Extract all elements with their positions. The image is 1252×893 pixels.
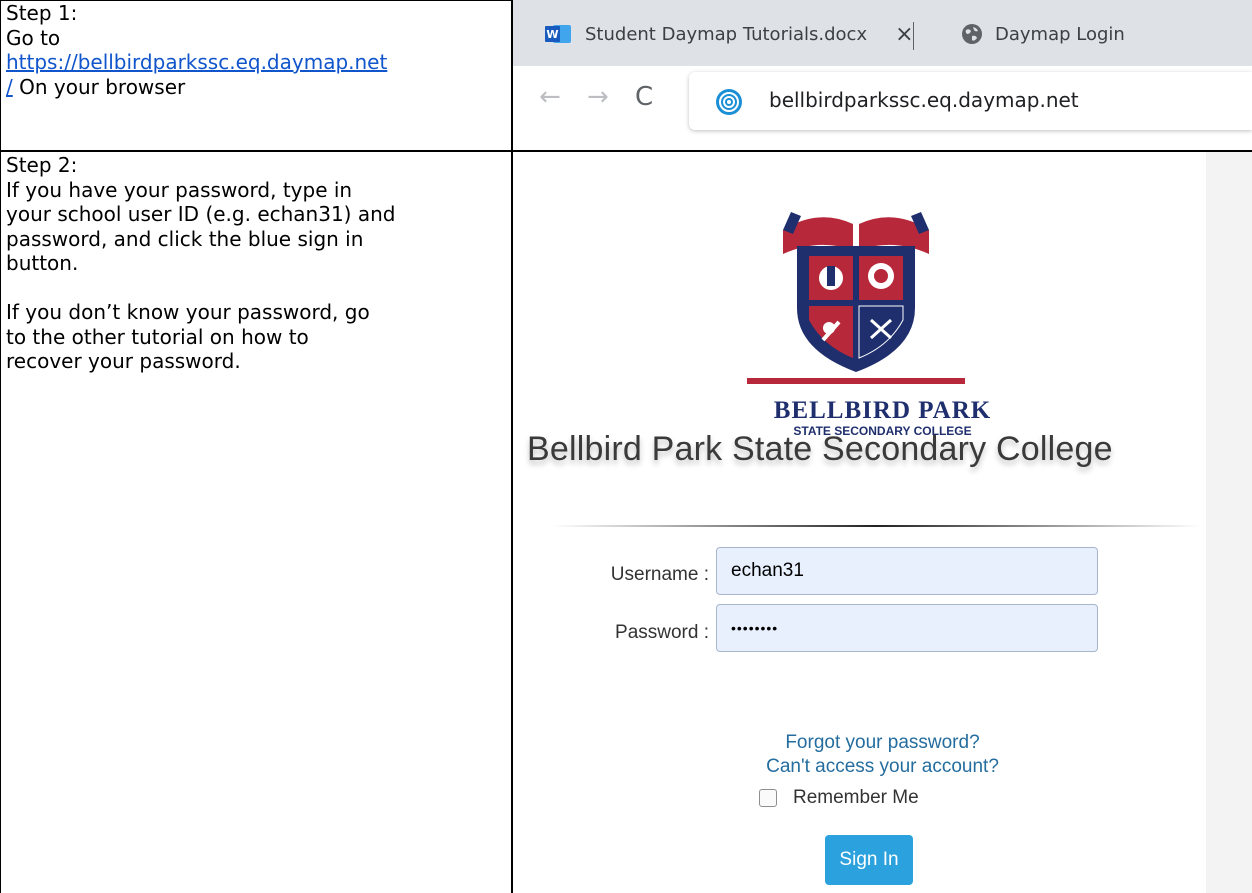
username-input[interactable]: echan31 [716, 547, 1098, 595]
close-icon[interactable]: × [895, 22, 913, 47]
college-name-heading: Bellbird Park State Secondary College [527, 430, 1113, 468]
step2-line: password, and click the blue sign in [6, 226, 364, 251]
step2-line: your school user ID (e.g. echan31) and [6, 202, 396, 226]
tab-label: Student Daymap Tutorials.docx [585, 23, 868, 45]
browser-toolbar: ← → C bellbirdparkssc.eq.daymap.net [513, 66, 1252, 150]
reload-icon[interactable]: C [635, 82, 653, 112]
password-input[interactable]: •••••••• [716, 604, 1098, 652]
password-label: Password : [615, 622, 709, 643]
heading-divider [553, 525, 1201, 527]
daymap-url-link[interactable]: https://bellbirdparkssc.eq.daymap.net [6, 50, 387, 74]
tab-daymap-login[interactable]: Daymap Login [961, 14, 1125, 54]
tab-word-document[interactable]: W Student Daymap Tutorials.docx × [545, 14, 914, 54]
remember-me[interactable]: Remember Me [759, 787, 919, 809]
address-bar[interactable]: bellbirdparkssc.eq.daymap.net [689, 72, 1252, 130]
step1-heading: Step 1: [6, 1, 78, 25]
login-screenshot: BELLBIRD PARK STATE SECONDARY COLLEGE Be… [513, 152, 1252, 893]
word-icon: W [545, 23, 571, 45]
tab-strip: W Student Daymap Tutorials.docx × Daymap… [513, 0, 1252, 66]
scrollbar-track [1206, 152, 1252, 893]
tab-separator [913, 22, 914, 50]
tab-label: Daymap Login [995, 23, 1125, 45]
cant-access-link[interactable]: Can't access your account? [513, 756, 1252, 778]
remember-me-label: Remember Me [793, 787, 919, 808]
back-arrow-icon[interactable]: ← [539, 82, 561, 112]
logo-name: BELLBIRD PARK [773, 397, 992, 424]
step2-text: Step 2: If you have your password, type … [6, 153, 506, 374]
username-label: Username : [610, 564, 709, 585]
step1-text: Step 1: Go to https://bellbirdparkssc.eq… [6, 1, 506, 99]
step2-line: button. [6, 251, 79, 275]
step2-line: to the other tutorial on how to [6, 324, 309, 349]
forward-arrow-icon[interactable]: → [587, 82, 609, 112]
step1-suffix: On your browser [12, 74, 186, 99]
forgot-password-link[interactable]: Forgot your password? [513, 732, 1252, 754]
step2-heading: Step 2: [6, 153, 78, 177]
college-crest-logo [747, 212, 965, 384]
globe-icon [962, 24, 982, 44]
step1-goto: Go to [6, 25, 61, 50]
browser-screenshot: W Student Daymap Tutorials.docx × Daymap… [513, 0, 1252, 150]
address-text: bellbirdparkssc.eq.daymap.net [769, 88, 1079, 112]
daymap-url-link-tail[interactable]: / [6, 75, 13, 99]
step2-line: If you don’t know your password, go [6, 300, 370, 324]
sign-in-button[interactable]: Sign In [825, 835, 913, 885]
step2-line: recover your password. [6, 349, 241, 373]
step2-line: If you have your password, type in [6, 177, 353, 202]
remember-me-checkbox[interactable] [759, 789, 777, 807]
table-border-left [0, 0, 1, 893]
daymap-site-icon [716, 89, 742, 115]
